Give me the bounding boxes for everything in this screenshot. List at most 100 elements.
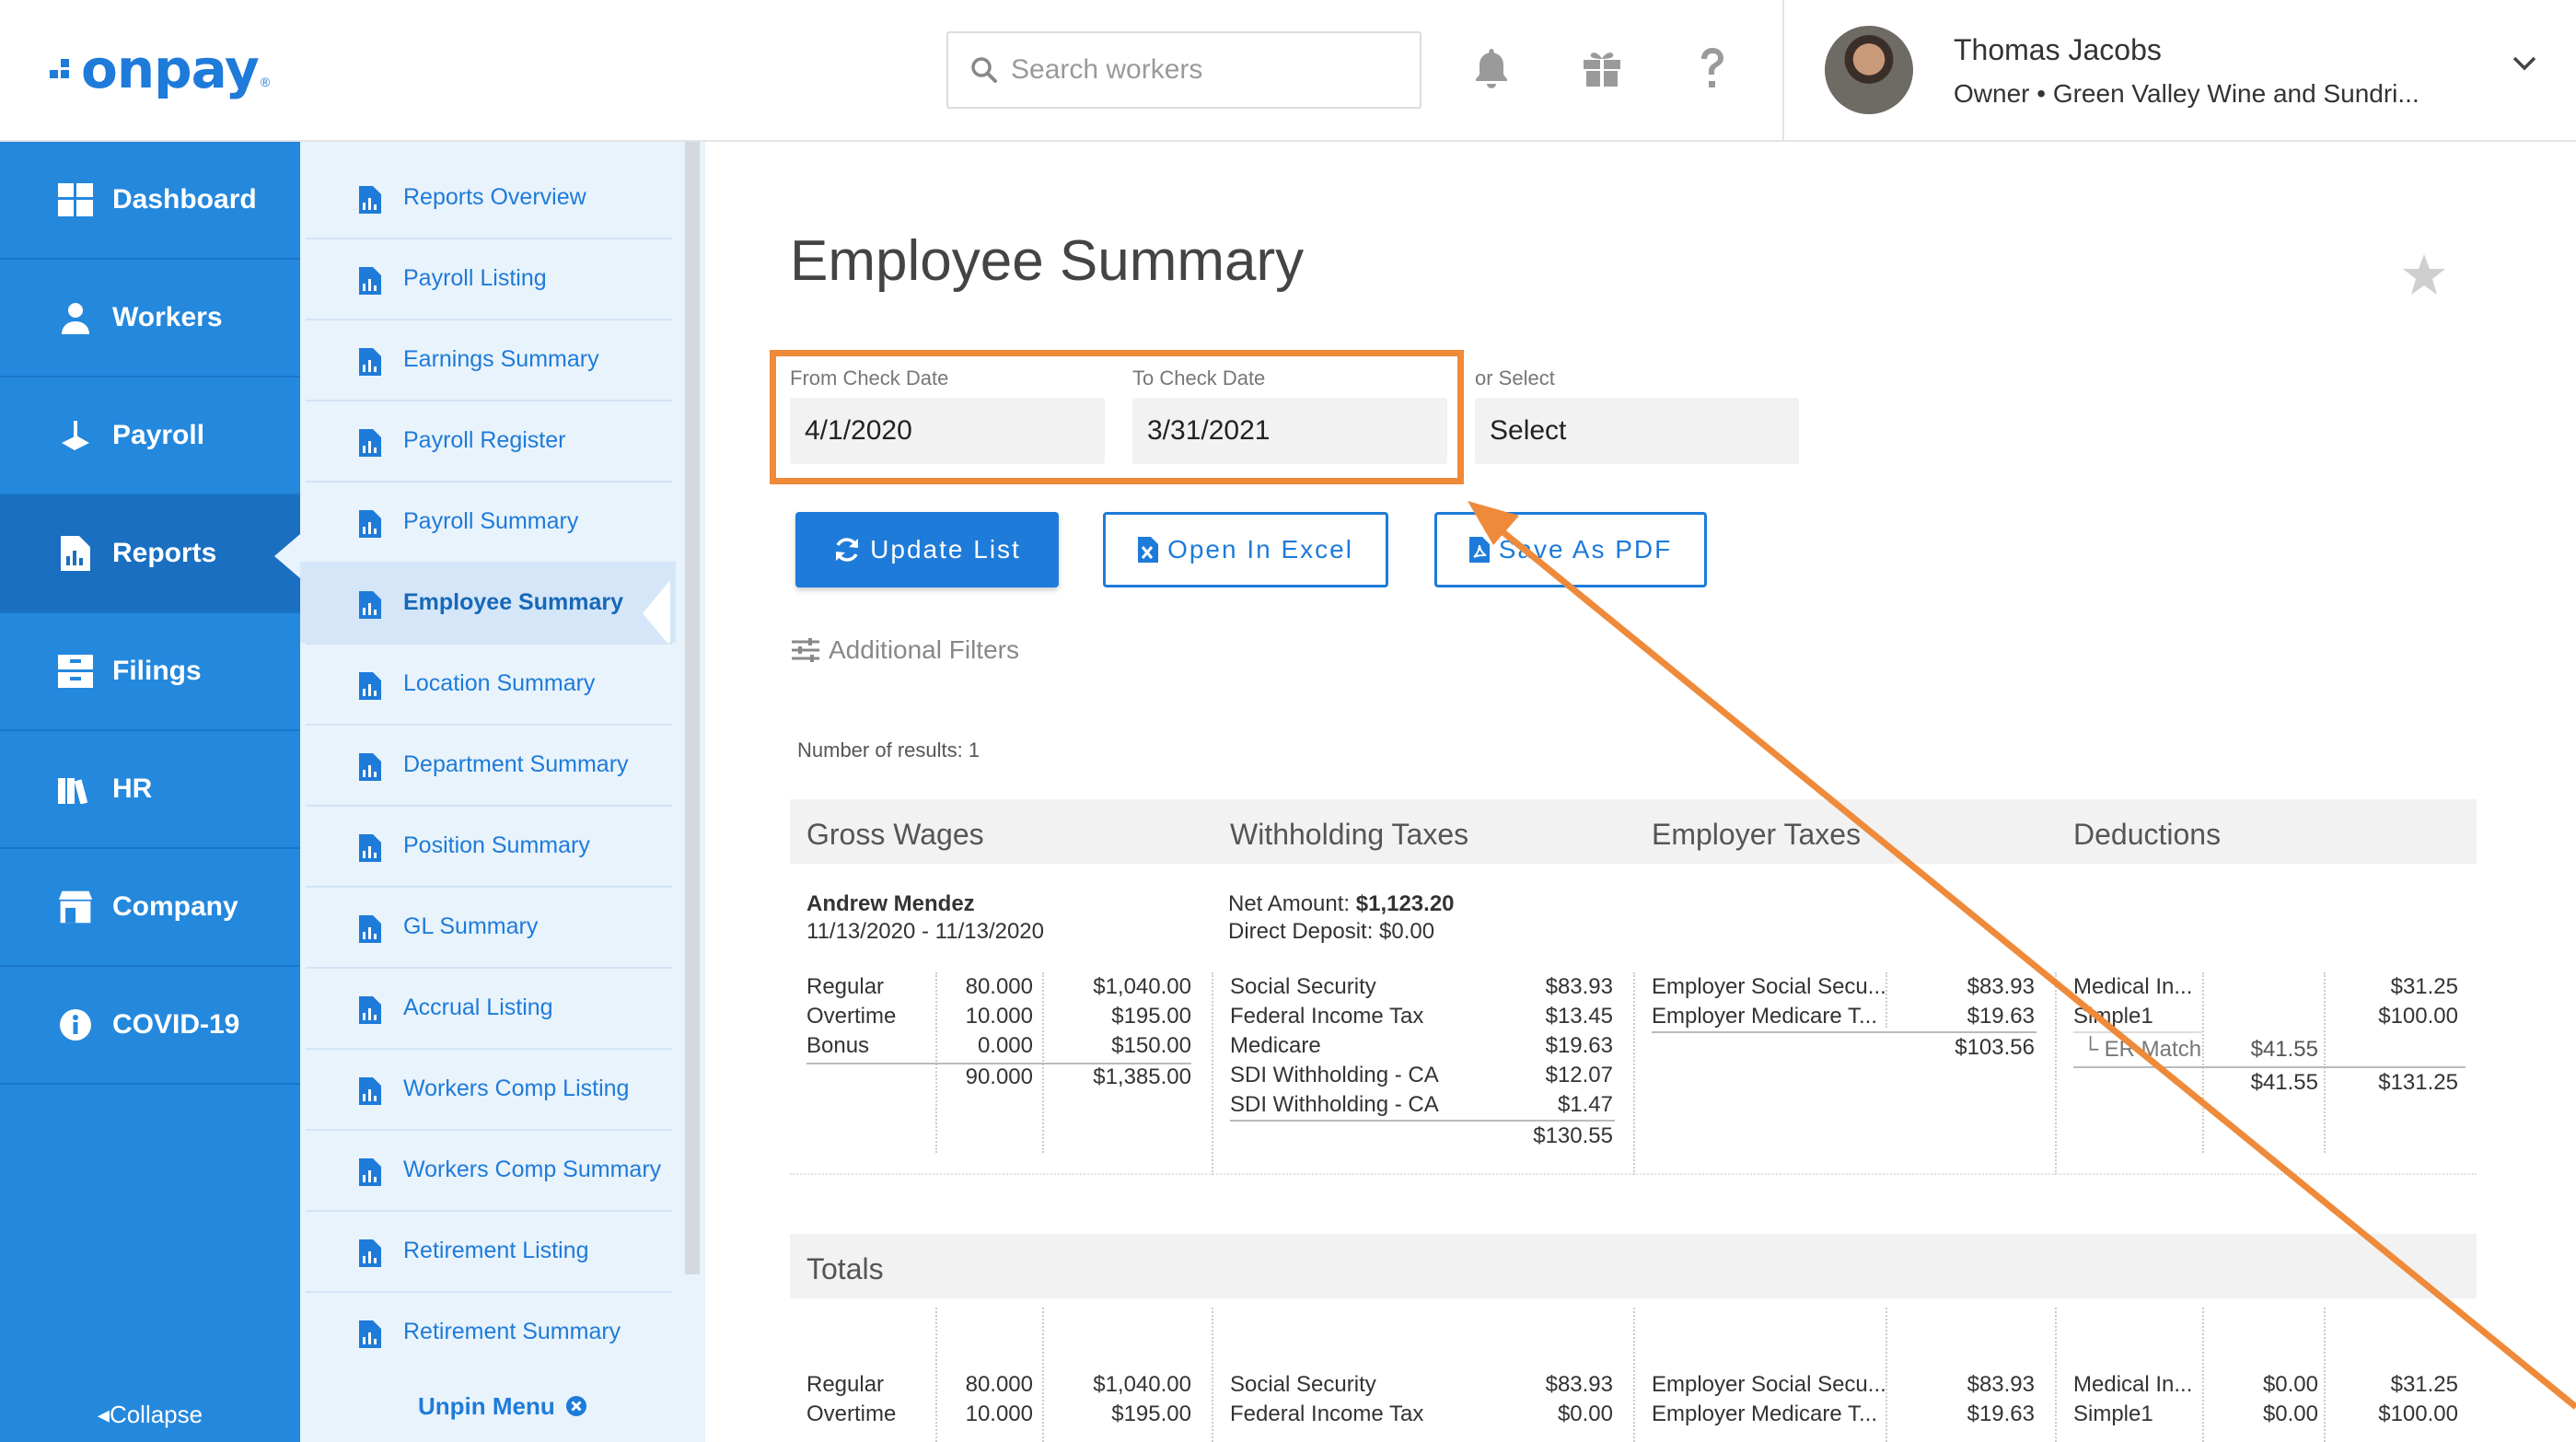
nav-label: Dashboard [112, 184, 257, 215]
nav-label: HR [112, 773, 153, 804]
wage-hours: 10.000 [965, 1004, 1033, 1029]
withholding-total: $130.55 [1533, 1123, 1613, 1148]
column-header-withholding-taxes: Withholding Taxes [1230, 818, 1469, 851]
column-separator [2055, 1308, 2057, 1442]
bell-icon[interactable] [1468, 42, 1515, 94]
nav-label: Workers [112, 302, 223, 332]
submenu-item-location-summary[interactable]: Location Summary [300, 643, 676, 724]
total-employer-amount: $83.93 [1967, 1372, 2035, 1397]
submenu-item-retirement-summary[interactable]: Retirement Summary [300, 1291, 676, 1372]
nav-item-filings[interactable]: Filings [0, 613, 300, 731]
report-icon [359, 186, 381, 220]
submenu-item-employee-summary[interactable]: Employee Summary [300, 562, 676, 646]
date-range-select[interactable]: Select [1475, 398, 1799, 464]
subtotal-rule [1652, 1031, 2036, 1033]
submenu-item-retirement-listing[interactable]: Retirement Listing [300, 1210, 676, 1291]
withholding-label: SDI Withholding - CA [1230, 1063, 1439, 1087]
column-separator [1212, 1308, 1213, 1442]
page-title: Employee Summary [790, 229, 1305, 293]
submenu-item-payroll-register[interactable]: Payroll Register [300, 400, 676, 481]
report-icon [359, 348, 381, 382]
header-divider [1782, 0, 1784, 140]
wage-label: Regular [806, 974, 885, 999]
payroll-icon [57, 417, 94, 454]
deduction-label: Medical In... [2073, 974, 2193, 999]
update-list-button[interactable]: Update List [795, 512, 1059, 587]
top-bar: onpay ® Thomas Jacobs Owner • Green Vall… [0, 0, 2576, 142]
submenu-item-accrual-listing[interactable]: Accrual Listing [300, 967, 676, 1048]
save-as-pdf-button[interactable]: Save As PDF [1434, 512, 1707, 587]
submenu-item-label: Payroll Register [403, 426, 566, 453]
user-name: Thomas Jacobs [1954, 33, 2162, 66]
submenu-item-reports-overview[interactable]: Reports Overview [300, 157, 676, 238]
net-amount-value: $1,123.20 [1355, 891, 1455, 916]
submenu-item-department-summary[interactable]: Department Summary [300, 724, 676, 805]
report-icon [359, 591, 381, 625]
column-header-gross-wages: Gross Wages [806, 818, 984, 851]
open-in-excel-button[interactable]: Open In Excel [1103, 512, 1388, 587]
wage-total-hours: 90.000 [965, 1064, 1033, 1089]
report-icon [359, 1077, 381, 1111]
withholding-label: Federal Income Tax [1230, 1004, 1424, 1029]
submenu-item-workers-comp-summary[interactable]: Workers Comp Summary [300, 1129, 676, 1210]
submenu-item-payroll-listing[interactable]: Payroll Listing [300, 238, 676, 319]
submenu-item-position-summary[interactable]: Position Summary [300, 805, 676, 886]
nav-item-hr[interactable]: HR [0, 731, 300, 849]
submenu-item-earnings-summary[interactable]: Earnings Summary [300, 319, 676, 400]
nav-item-dashboard[interactable]: Dashboard [0, 142, 300, 260]
search-input[interactable] [1011, 54, 1398, 86]
report-icon [359, 1239, 381, 1273]
net-amount-label: Net Amount: [1228, 891, 1351, 916]
submenu-item-label: Earnings Summary [403, 345, 599, 372]
collapse-button[interactable]: ◂Collapse [0, 1401, 300, 1429]
report-icon [359, 834, 381, 868]
search-box[interactable] [946, 31, 1421, 109]
hr-icon [57, 771, 94, 808]
column-header-deductions: Deductions [2073, 818, 2222, 851]
nav-item-company[interactable]: Company [0, 849, 300, 967]
employer-tax-total: $103.56 [1955, 1035, 2035, 1060]
refresh-icon [836, 538, 859, 562]
nav-item-payroll[interactable]: Payroll [0, 378, 300, 495]
submenu-item-payroll-summary[interactable]: Payroll Summary [300, 481, 676, 562]
column-separator [2202, 1308, 2204, 1442]
withholding-amount: $83.93 [1545, 974, 1613, 999]
nav-item-workers[interactable]: Workers [0, 260, 300, 378]
submenu-item-label: Accrual Listing [403, 994, 553, 1020]
submenu-item-gl-summary[interactable]: GL Summary [300, 886, 676, 967]
nav-item-covid-19[interactable]: COVID-19 [0, 967, 300, 1085]
unpin-menu-button[interactable]: Unpin Menu [300, 1392, 705, 1421]
close-circle-icon [566, 1396, 586, 1416]
additional-filters-toggle[interactable]: Additional Filters [792, 635, 1019, 665]
total-employer-label: Employer Social Secu... [1652, 1372, 1886, 1397]
total-deduction-label: Simple1 [2073, 1401, 2153, 1426]
employee-name[interactable]: Andrew Mendez [806, 891, 975, 917]
chevron-down-icon[interactable] [2512, 55, 2537, 76]
wage-amount: $150.00 [1111, 1033, 1191, 1058]
submenu-item-workers-comp-listing[interactable]: Workers Comp Listing [300, 1048, 676, 1129]
submenu-item-label: GL Summary [403, 913, 539, 939]
onpay-logo[interactable]: onpay ® [50, 37, 270, 101]
submenu-item-label: Employee Summary [403, 588, 623, 615]
nav-item-reports[interactable]: Reports [0, 495, 300, 613]
withholding-amount: $13.45 [1545, 1004, 1613, 1029]
withholding-label: Medicare [1230, 1033, 1321, 1058]
employee-period: 11/13/2020 - 11/13/2020 [806, 919, 1044, 944]
totals-label: Totals [806, 1252, 884, 1285]
submenu-scrollbar[interactable] [685, 142, 700, 1274]
gift-icon[interactable] [1578, 42, 1626, 94]
open-in-excel-label: Open In Excel [1167, 535, 1353, 564]
logo-registered-mark: ® [260, 75, 271, 89]
results-count: Number of results: 1 [797, 738, 981, 762]
nav-label: Company [112, 891, 238, 922]
help-icon[interactable] [1688, 42, 1736, 94]
withholding-amount: $12.07 [1545, 1063, 1613, 1087]
submenu-item-label: Retirement Summary [403, 1318, 621, 1344]
star-icon[interactable] [2401, 252, 2447, 301]
avatar[interactable] [1825, 26, 1913, 114]
column-header-employer-taxes: Employer Taxes [1652, 818, 1862, 851]
submenu-item-label: Position Summary [403, 831, 590, 858]
total-deduction-er: $0.00 [2262, 1372, 2318, 1397]
wage-amount: $195.00 [1111, 1004, 1191, 1029]
submenu-item-label: Reports Overview [403, 183, 586, 210]
